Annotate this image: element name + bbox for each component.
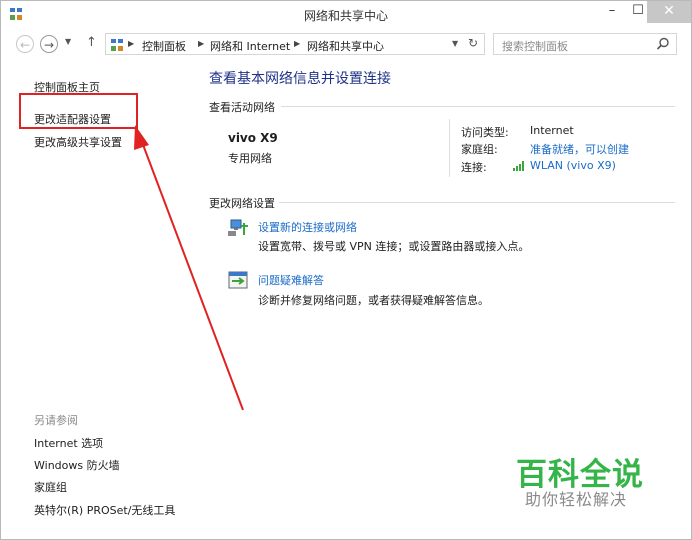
annotation-arrow (134, 125, 244, 411)
